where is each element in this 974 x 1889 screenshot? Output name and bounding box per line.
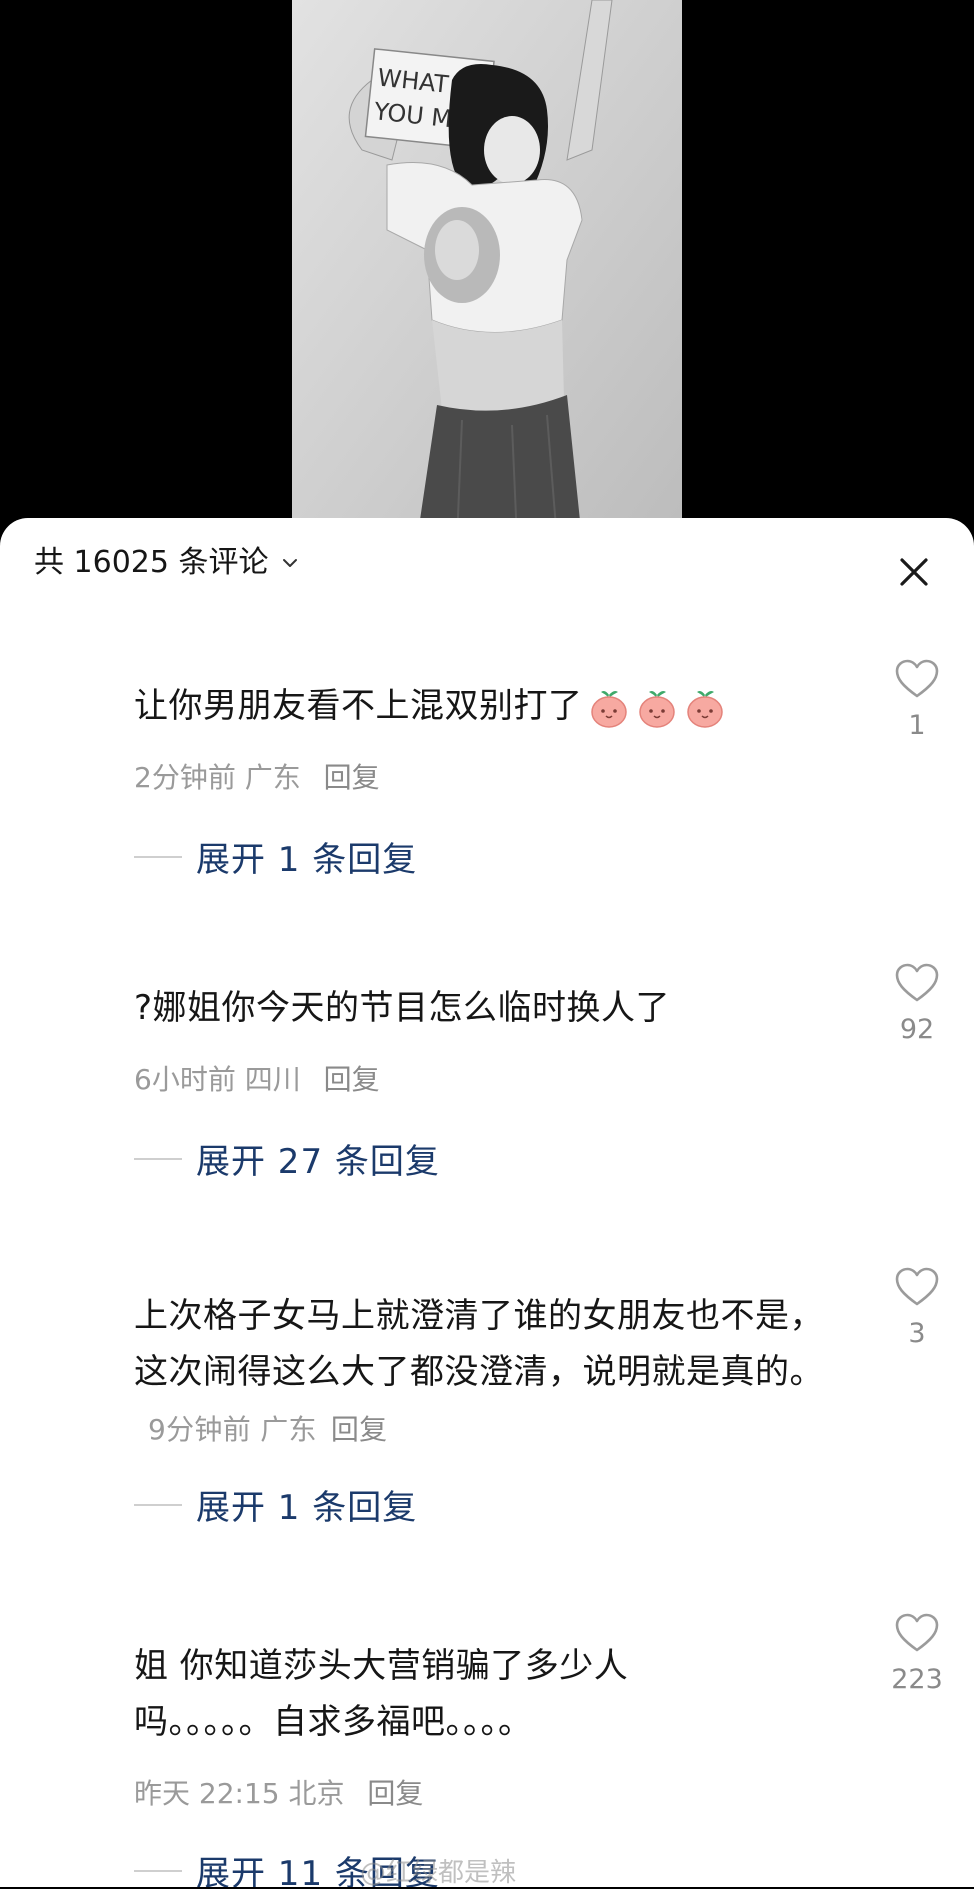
reply-button[interactable]: 回复 (324, 1063, 380, 1096)
heart-icon (895, 1267, 939, 1306)
comment-location: 广东 (260, 1413, 317, 1446)
avatar[interactable] (34, 1612, 100, 1678)
like-count: 3 (908, 1318, 926, 1349)
avatar[interactable] (34, 956, 100, 1022)
like-button[interactable]: 92 (890, 962, 944, 1045)
comment-body: 上次格子女马上就澄清了谁的女朋友也不是，这次闹得这么大了都没澄清，说明就是真的。 (134, 1296, 824, 1392)
expand-replies-button[interactable]: 展开 27 条回复 (134, 1134, 440, 1183)
comments-panel: 共 16025 条评论 让你男朋友看不上混双别打了 2分钟前 广东 回复 展开 … (0, 518, 974, 1887)
reply-button[interactable]: 回复 (324, 761, 380, 794)
expand-replies-label: 展开 27 条回复 (196, 1142, 440, 1182)
comment-text: 让你男朋友看不上混双别打了 (134, 678, 854, 734)
comment-body-line-1: 姐 你知道莎头大营销骗了多少人 (134, 1646, 629, 1686)
comment-body: ?娜姐你今天的节目怎么临时换人了 (134, 988, 671, 1028)
comment-count-dropdown[interactable]: 共 16025 条评论 (34, 548, 299, 578)
comment-text: 姐 你知道莎头大营销骗了多少人 吗。。。。。自求多福吧。。。。 (134, 1638, 854, 1750)
heart-icon (895, 659, 939, 698)
expand-replies-button[interactable]: 展开 1 条回复 (134, 832, 417, 881)
expand-replies-button[interactable]: 展开 1 条回复 (134, 1480, 417, 1529)
comment-time: 9分钟前 (148, 1413, 252, 1446)
avatar[interactable] (34, 1260, 100, 1326)
like-count: 1 (908, 710, 926, 741)
heart-icon (895, 1613, 939, 1652)
like-count: 223 (891, 1664, 943, 1695)
peach-emoji-icon (590, 690, 627, 728)
comment-meta: 6小时前 四川 回复 (134, 1060, 380, 1100)
comment-location: 北京 (288, 1777, 345, 1810)
avatar[interactable] (34, 652, 100, 718)
comment-meta: 昨天 22:15 北京 回复 (134, 1774, 423, 1814)
expand-divider (134, 855, 182, 858)
comment-text: 上次格子女马上就澄清了谁的女朋友也不是，这次闹得这么大了都没澄清，说明就是真的。… (134, 1288, 854, 1458)
emoji-group (587, 686, 727, 730)
expand-replies-label: 展开 1 条回复 (196, 1488, 418, 1528)
video-frame-photo: WHAT Do YOU MEA (292, 0, 682, 540)
comment-text: ?娜姐你今天的节目怎么临时换人了 (134, 980, 854, 1036)
chevron-down-icon (282, 559, 297, 567)
comment-body-line-2: 吗。。。。。自求多福吧。。。。 (134, 1702, 533, 1742)
comments-header: 共 16025 条评论 (0, 518, 974, 622)
comment-meta: 9分钟前 广东 回复 (148, 1413, 387, 1446)
reply-button[interactable]: 回复 (367, 1777, 423, 1810)
like-button[interactable]: 3 (890, 1266, 944, 1349)
comment-location: 广东 (244, 761, 301, 794)
expand-divider (134, 1157, 182, 1160)
reply-button[interactable]: 回复 (331, 1413, 388, 1446)
expand-replies-label: 展开 1 条回复 (196, 840, 418, 880)
comment-time: 昨天 22:15 (134, 1777, 280, 1810)
like-count: 92 (899, 1014, 935, 1045)
heart-icon (895, 963, 939, 1002)
comment-body: 让你男朋友看不上混双别打了 (134, 686, 583, 726)
expand-divider (134, 1869, 182, 1872)
peach-emoji-icon (638, 690, 675, 728)
watermark: @红绿都是辣 (360, 1858, 517, 1888)
comment-time: 2分钟前 (134, 761, 236, 794)
video-area[interactable]: WHAT Do YOU MEA (0, 0, 974, 540)
peach-emoji-icon (686, 690, 723, 728)
comment-time: 6小时前 (134, 1063, 236, 1096)
comment-count-label: 共 16025 条评论 (34, 545, 269, 580)
like-button[interactable]: 1 (890, 658, 944, 741)
comment-meta: 2分钟前 广东 回复 (134, 758, 380, 798)
like-button[interactable]: 223 (890, 1612, 944, 1695)
comment-location: 四川 (244, 1063, 301, 1096)
expand-divider (134, 1503, 182, 1506)
close-icon[interactable] (894, 552, 934, 592)
